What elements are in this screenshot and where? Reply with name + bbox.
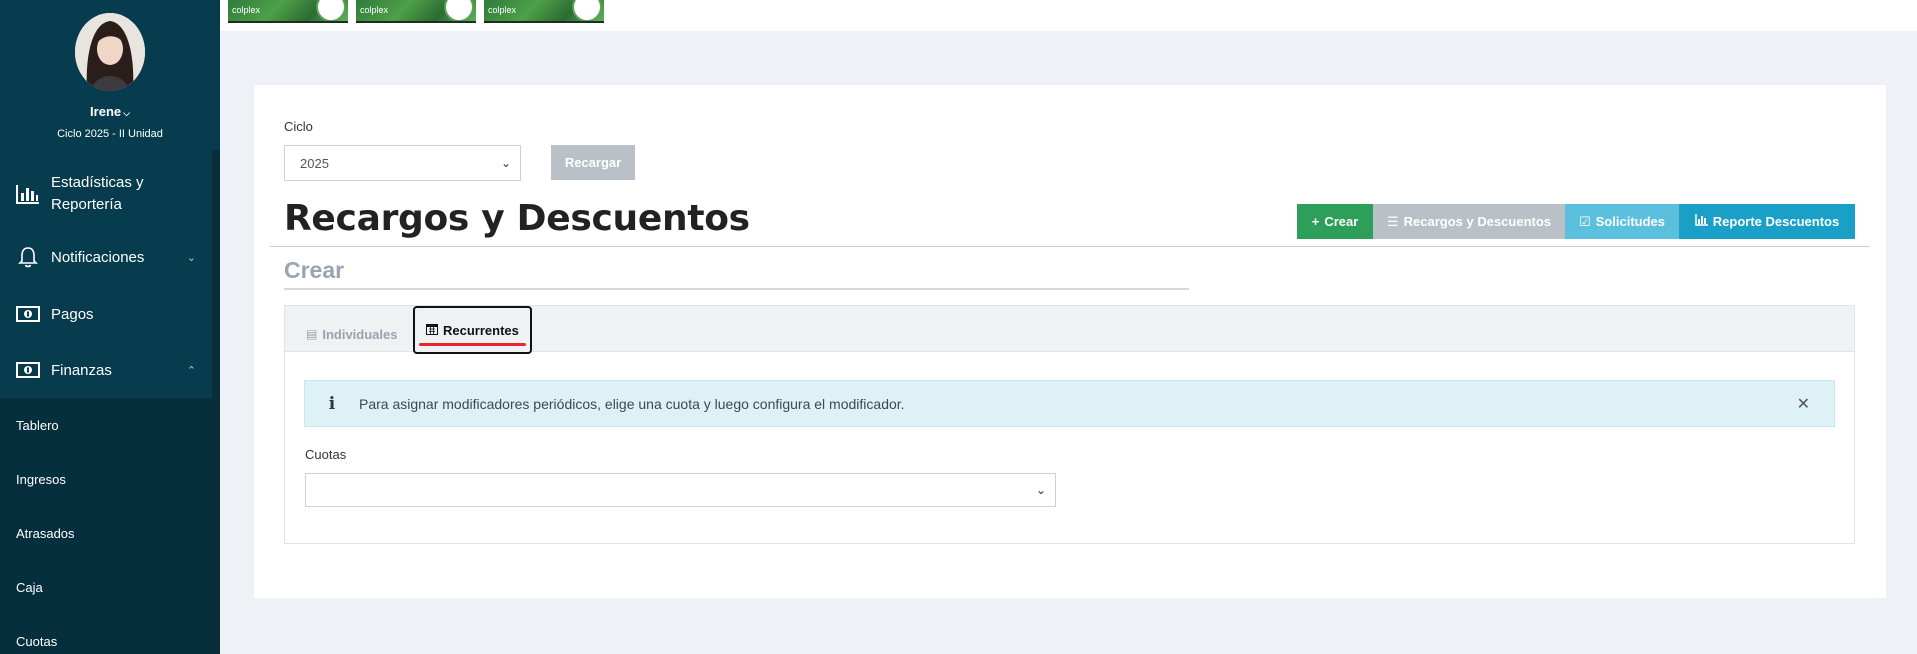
bar-chart-icon xyxy=(1695,214,1708,229)
page-title: Recargos y Descuentos xyxy=(284,198,750,239)
cuotas-select[interactable]: ⌄ xyxy=(305,473,1056,507)
tab-individuales[interactable]: ▤ Individuales xyxy=(306,316,397,352)
chevron-down-icon: ⌄ xyxy=(1035,483,1046,497)
info-icon: i xyxy=(328,393,336,414)
tabs-header: ▤ Individuales Recurrentes xyxy=(285,306,1854,354)
user-profile: Irene ⌵ Ciclo 2025 - II Unidad xyxy=(0,0,220,155)
logo-icon xyxy=(444,0,474,21)
sidebar-item-label: Finanzas xyxy=(51,361,112,379)
sidebar-item-finanzas[interactable]: Finanzas ⌃ xyxy=(0,359,212,381)
divider xyxy=(270,246,1870,247)
tab-label: Recurrentes xyxy=(443,322,519,338)
create-button-label: Crear xyxy=(1324,214,1359,229)
create-button[interactable]: + Crear xyxy=(1297,204,1373,239)
top-bar: colplex colplex colplex xyxy=(220,0,1917,31)
tab-label: Individuales xyxy=(322,326,398,342)
sidebar-item-pagos[interactable]: Pagos xyxy=(0,303,212,325)
banner-text: colplex xyxy=(232,5,261,15)
section-subtitle: Crear xyxy=(284,257,345,283)
chevron-down-icon: ⌵ xyxy=(123,108,130,118)
discount-report-button-label: Reporte Descuentos xyxy=(1712,214,1840,229)
sidebar-item-notificaciones[interactable]: Notificaciones ⌄ xyxy=(0,246,212,268)
submenu-item-cuotas[interactable]: Cuotas xyxy=(16,634,57,649)
discount-report-button[interactable]: Reporte Descuentos xyxy=(1679,204,1855,239)
sidebar-item-estadisticas[interactable]: Estadísticas y Reportería xyxy=(0,170,212,218)
bell-icon xyxy=(15,246,41,268)
finanzas-submenu: Tablero Ingresos Atrasados Caja Cuotas xyxy=(0,398,212,654)
close-icon[interactable]: ✕ xyxy=(1797,394,1810,414)
plus-icon: + xyxy=(1311,214,1320,229)
money-icon xyxy=(15,359,41,381)
surcharges-discounts-button-label: Recargos y Descuentos xyxy=(1403,214,1552,229)
reload-button[interactable]: Recargar xyxy=(551,145,635,180)
list-icon: ☰ xyxy=(1386,213,1399,229)
banner-text: colplex xyxy=(360,5,389,15)
logo-icon xyxy=(316,0,346,21)
check-square-icon: ☑ xyxy=(1578,213,1591,229)
requests-button[interactable]: ☑ Solicitudes xyxy=(1565,204,1679,239)
cycle-select-value: 2025 xyxy=(300,155,329,171)
calendar-icon xyxy=(426,323,438,338)
submenu-item-atrasados[interactable]: Atrasados xyxy=(16,526,75,541)
avatar[interactable] xyxy=(75,13,145,91)
alert-text: Para asignar modificadores periódicos, e… xyxy=(359,395,905,412)
bar-chart-icon xyxy=(15,183,41,205)
surcharges-discounts-button[interactable]: ☰ Recargos y Descuentos xyxy=(1373,204,1565,239)
divider xyxy=(284,288,1189,290)
user-name: Irene xyxy=(90,104,122,119)
book-icon: ▤ xyxy=(306,327,318,341)
sidebar-item-label: Estadísticas y Reportería xyxy=(51,174,144,213)
banner-text: colplex xyxy=(488,5,517,15)
chevron-down-icon: ⌄ xyxy=(186,251,196,264)
submenu-item-tablero[interactable]: Tablero xyxy=(16,418,59,433)
sidebar-item-label: Pagos xyxy=(51,305,94,323)
sidebar-scrollbar[interactable] xyxy=(212,150,220,654)
cuotas-label: Cuotas xyxy=(305,447,347,462)
logo-icon xyxy=(572,0,602,21)
active-tab-indicator xyxy=(419,343,526,346)
promo-banner[interactable]: colplex xyxy=(228,0,348,23)
cycle-select[interactable]: 2025 ⌄ xyxy=(284,145,521,181)
submenu-item-caja[interactable]: Caja xyxy=(16,580,43,595)
promo-banner[interactable]: colplex xyxy=(484,0,604,23)
sidebar-item-label: Notificaciones xyxy=(51,248,145,266)
requests-button-label: Solicitudes xyxy=(1595,214,1665,229)
tab-recurrentes[interactable]: Recurrentes xyxy=(413,306,532,354)
current-cycle: Ciclo 2025 - II Unidad xyxy=(57,128,163,140)
money-icon xyxy=(15,303,41,325)
user-name-menu[interactable]: Irene ⌵ xyxy=(0,104,220,119)
cycle-label: Ciclo xyxy=(284,119,313,134)
chevron-down-icon: ⌄ xyxy=(500,156,511,170)
sidebar: Irene ⌵ Ciclo 2025 - II Unidad Estadístic… xyxy=(0,0,220,654)
promo-banner[interactable]: colplex xyxy=(356,0,476,23)
info-alert: i Para asignar modificadores periódicos,… xyxy=(304,380,1835,427)
submenu-item-ingresos[interactable]: Ingresos xyxy=(16,472,66,487)
reload-button-label: Recargar xyxy=(564,155,622,170)
chevron-up-icon: ⌃ xyxy=(186,364,196,377)
